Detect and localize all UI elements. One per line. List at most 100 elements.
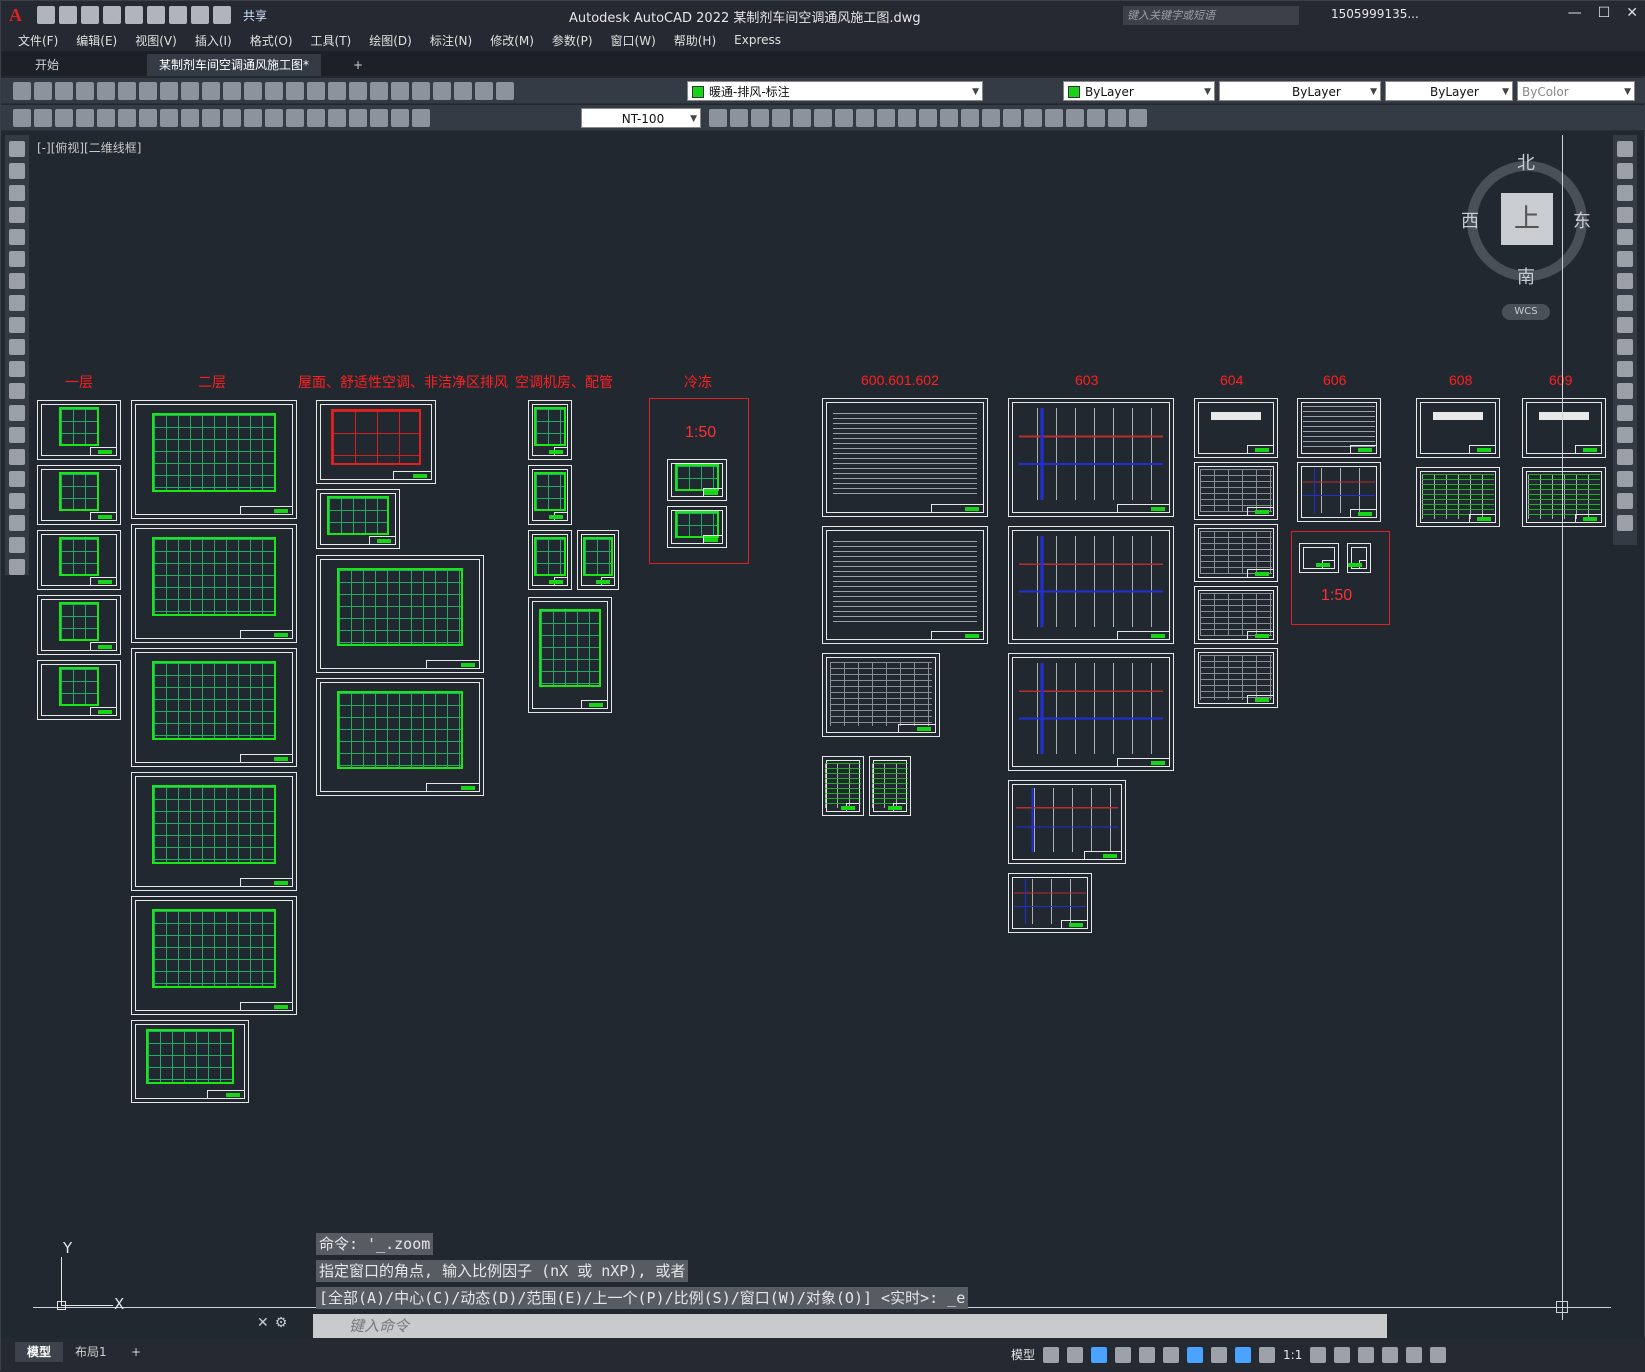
minimize-icon[interactable]: — (1568, 5, 1582, 21)
layer-properties-icon[interactable] (496, 82, 514, 100)
drawing-sheet[interactable] (1008, 873, 1092, 933)
annotation-scale[interactable]: 1:1 (1283, 1348, 1302, 1362)
menu-express[interactable]: Express (734, 33, 781, 47)
save-icon[interactable] (55, 82, 73, 100)
drawing-sheet[interactable] (131, 772, 297, 891)
maximize-icon[interactable]: ☐ (1598, 5, 1611, 21)
undo-icon[interactable] (191, 6, 209, 24)
drawing-sheet[interactable] (1297, 398, 1381, 458)
calculator-icon[interactable] (454, 82, 472, 100)
drawing-sheet[interactable] (37, 530, 121, 590)
snap-icon[interactable] (1067, 1346, 1084, 1363)
erase-icon[interactable] (1617, 141, 1633, 157)
menu-modify[interactable]: 修改(M) (490, 32, 534, 49)
drawing-sheet[interactable] (577, 530, 619, 590)
menu-draw[interactable]: 绘图(D) (369, 32, 412, 49)
extend-icon[interactable] (1617, 361, 1633, 377)
share-button[interactable]: 共享 (243, 7, 267, 24)
match-properties-icon[interactable] (202, 82, 220, 100)
join-icon[interactable] (1617, 427, 1633, 443)
drawing-sheet[interactable] (1008, 780, 1126, 864)
line-icon[interactable] (9, 141, 25, 157)
inspect-icon[interactable] (328, 109, 346, 127)
drawing-sheet[interactable] (1194, 398, 1278, 458)
drawing-sheet[interactable] (1008, 398, 1174, 517)
gradient-icon[interactable] (9, 471, 25, 487)
add-selected-icon[interactable] (9, 559, 25, 575)
revcloud-icon[interactable] (9, 295, 25, 311)
make-block-icon[interactable] (9, 405, 25, 421)
ortho-icon[interactable] (1091, 1346, 1108, 1363)
tolerance-icon[interactable] (286, 109, 304, 127)
plotstyle-dropdown[interactable]: ByColor ▼ (1517, 81, 1635, 101)
mtext-icon[interactable] (9, 537, 25, 553)
tool-palettes-icon[interactable] (391, 82, 409, 100)
compass-west[interactable]: 西 (1461, 207, 1479, 233)
preview-icon[interactable] (97, 82, 115, 100)
command-input[interactable]: 键入命令 (313, 1314, 1387, 1338)
explode-icon[interactable] (1045, 109, 1063, 127)
polygon-icon[interactable] (9, 207, 25, 223)
zoom-previous-icon[interactable] (328, 82, 346, 100)
open-file-icon[interactable] (59, 6, 77, 24)
menu-help[interactable]: 帮助(H) (674, 32, 716, 49)
jogged-linear-icon[interactable] (349, 109, 367, 127)
lineweight-dropdown[interactable]: ByLayer ▼ (1385, 81, 1513, 101)
drawing-sheet[interactable] (822, 756, 864, 816)
point-icon[interactable] (9, 427, 25, 443)
add-layout-button[interactable]: + (119, 1342, 153, 1362)
drawing-sheet[interactable] (37, 465, 121, 525)
viewcube-top-face[interactable]: 上 (1501, 193, 1553, 245)
construction-line-icon[interactable] (9, 163, 25, 179)
menu-window[interactable]: 窗口(W) (611, 32, 656, 49)
chamfer-icon[interactable] (1617, 449, 1633, 465)
model-space-button[interactable]: 模型 (1011, 1346, 1035, 1363)
plot-icon[interactable] (169, 6, 187, 24)
layer-dropdown[interactable]: 暖通-排风-标注 ▼ (687, 81, 983, 101)
zoom-realtime-icon[interactable] (286, 82, 304, 100)
wcs-menu[interactable]: WCS (1502, 304, 1550, 320)
save-as-icon[interactable] (103, 6, 121, 24)
redo-icon[interactable] (244, 82, 262, 100)
copy-object-icon[interactable] (751, 109, 769, 127)
baseline-dim-icon[interactable] (202, 109, 220, 127)
polyline-icon[interactable] (9, 185, 25, 201)
rotate-icon[interactable] (856, 109, 874, 127)
ellipse-icon[interactable] (9, 339, 25, 355)
rotate-icon[interactable] (1617, 273, 1633, 289)
properties-icon[interactable] (349, 82, 367, 100)
drawing-sheet[interactable] (822, 398, 988, 517)
offset-icon[interactable] (1617, 207, 1633, 223)
arc-icon[interactable] (9, 251, 25, 267)
ordinate-dim-icon[interactable] (76, 109, 94, 127)
diameter-dim-icon[interactable] (139, 109, 157, 127)
dim-text-edit-icon[interactable] (391, 109, 409, 127)
save-web-icon[interactable] (147, 6, 165, 24)
continue-dim-icon[interactable] (223, 109, 241, 127)
menu-view[interactable]: 视图(V) (135, 32, 177, 49)
menu-file[interactable]: 文件(F) (18, 32, 58, 49)
drawing-sheet[interactable] (1194, 586, 1278, 644)
explode-icon[interactable] (1617, 515, 1633, 531)
cut-icon[interactable] (139, 82, 157, 100)
drawing-sheet[interactable] (131, 524, 297, 643)
print-icon[interactable] (76, 82, 94, 100)
ellipse-arc-icon[interactable] (9, 361, 25, 377)
insert-block-icon[interactable] (1129, 109, 1147, 127)
extend-icon[interactable] (940, 109, 958, 127)
drawing-sheet[interactable] (1194, 524, 1278, 582)
tab-layout1[interactable]: 布局1 (63, 1342, 119, 1362)
drawing-sheet[interactable] (1194, 462, 1278, 520)
drawing-sheet[interactable] (131, 1020, 249, 1103)
break-icon[interactable] (961, 109, 979, 127)
menu-edit[interactable]: 编辑(E) (76, 32, 117, 49)
table-icon[interactable] (9, 515, 25, 531)
tab-model[interactable]: 模型 (15, 1342, 64, 1362)
drawing-sheet[interactable] (528, 400, 572, 460)
autocad-logo-icon[interactable]: A (9, 6, 27, 24)
menu-parametric[interactable]: 参数(P) (552, 32, 593, 49)
drawing-sheet[interactable] (822, 653, 940, 737)
region-icon[interactable] (9, 493, 25, 509)
blend-icon[interactable] (1617, 493, 1633, 509)
offset-icon[interactable] (793, 109, 811, 127)
